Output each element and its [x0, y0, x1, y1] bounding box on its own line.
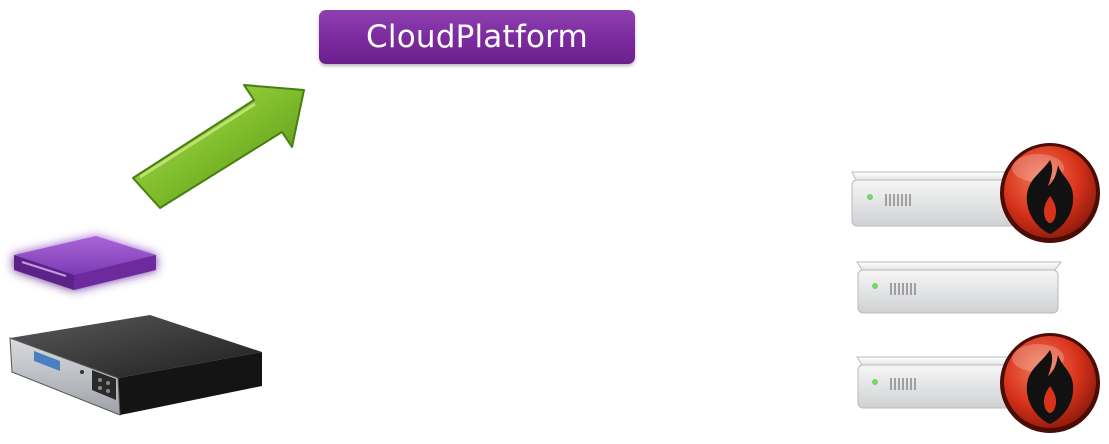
diagram-canvas: CloudPlatform [0, 0, 1109, 444]
firewall-icon [1000, 333, 1100, 433]
